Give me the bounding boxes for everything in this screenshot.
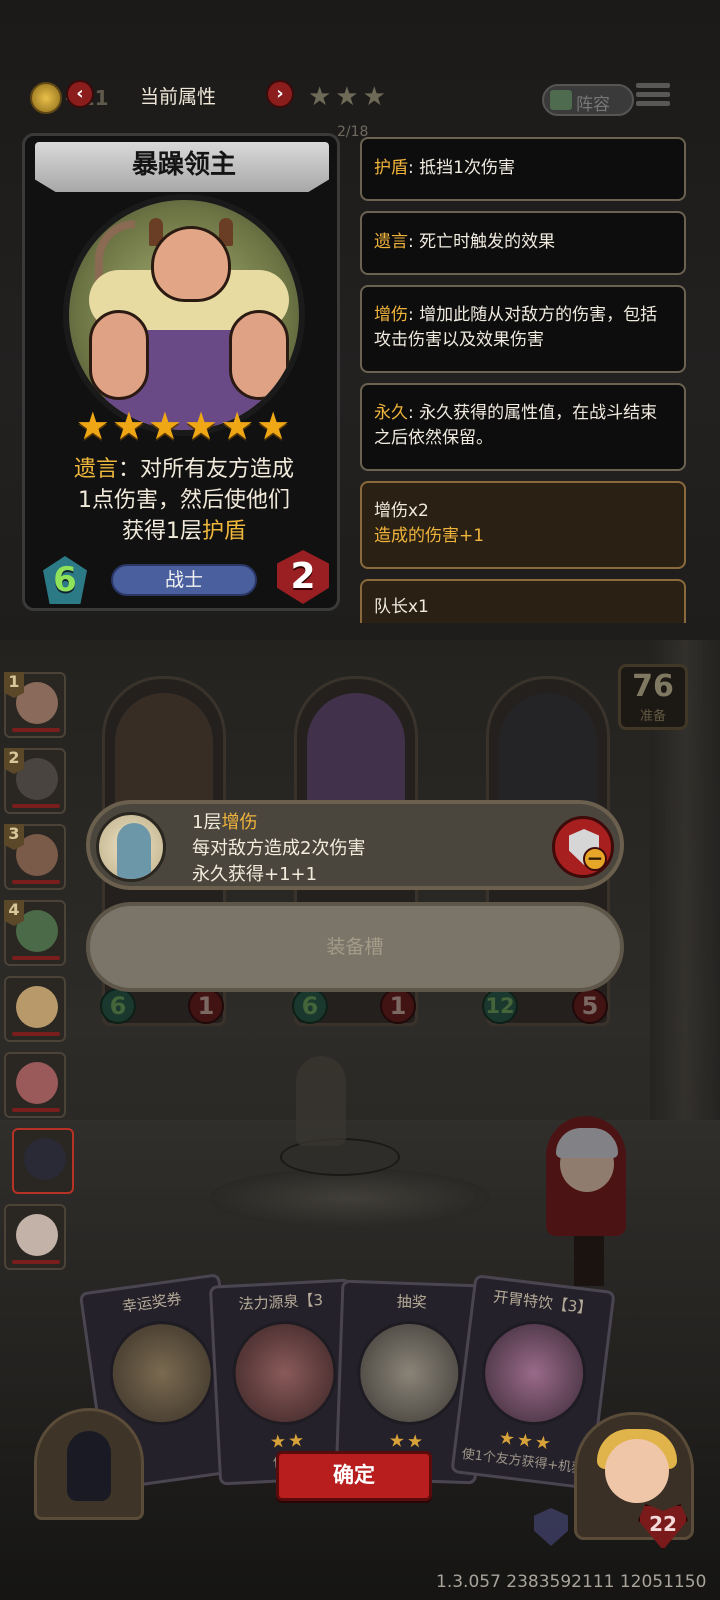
remove-buff-button[interactable]: − [552, 816, 614, 878]
keyword-shield: 护盾: 抵挡1次伤害 [360, 137, 686, 201]
bunny-silhouette-icon [67, 1431, 111, 1501]
card-ability-text: 遗言：对所有友方造成 1点伤害，然后使他们 获得1层护盾 [73, 457, 295, 544]
top-bar: +11 ‹ 当前属性 › ★★★ 阵容 [22, 74, 702, 122]
keyword-damage-boost: 增伤: 增加此随从对敌方的伤害，包括攻击伤害以及效果伤害 [360, 285, 686, 373]
class-badge: 战士 [111, 564, 257, 596]
lottery-box-icon [355, 1319, 464, 1427]
lineup-slot-8[interactable] [4, 1204, 66, 1270]
menu-icon[interactable] [636, 80, 670, 114]
hooded-figure-icon [96, 812, 166, 882]
hero-face [151, 226, 231, 302]
mana-fountain-icon [229, 1318, 340, 1428]
attack-stat: 6 [43, 556, 87, 604]
coin-icon [30, 82, 62, 114]
lineup-slot-1[interactable]: 1 [4, 672, 66, 738]
next-arrow-button[interactable]: › [266, 80, 294, 108]
hero-card: 暴躁领主 ★★★★★★ 遗言：对所有友方造成 1点伤害，然后使他们 获得1层护盾… [22, 133, 340, 611]
keyword-deathrattle: 遗言: 死亡时触发的效果 [360, 211, 686, 275]
player-frame-left[interactable] [34, 1408, 144, 1520]
lineup-slot-3[interactable]: 3 [4, 824, 66, 890]
lineup-button[interactable]: 阵容 [542, 84, 634, 116]
lineup-label: 阵容 [576, 95, 610, 115]
player-health: 22 [649, 1512, 677, 1536]
equipment-slot[interactable]: 装备槽 [86, 902, 624, 992]
confirm-button[interactable]: 确定 [276, 1451, 432, 1501]
lineup-slot-5[interactable] [4, 976, 66, 1042]
buff-damage-boost: 增伤x2 造成的伤害+1 [360, 481, 686, 569]
lineup-slot-4[interactable]: 4 [4, 900, 66, 966]
buff-description: 1层增伤 每对敌方造成2次伤害 永久获得+1+1 [192, 812, 366, 885]
hero-portrait [63, 194, 305, 436]
lineup-icon [550, 90, 572, 110]
prev-arrow-button[interactable]: ‹ [66, 80, 94, 108]
keyword-permanent: 永久: 永久获得的属性值，在战斗结束之后依然保留。 [360, 383, 686, 471]
lineup-slot-7[interactable] [12, 1128, 74, 1194]
lineup-slot-2[interactable]: 2 [4, 748, 66, 814]
attribute-title: 当前属性 [140, 86, 217, 108]
cocktail-icon [476, 1315, 593, 1432]
card-stars: ★★★★★★ [75, 404, 293, 448]
health-stat: 2 [277, 550, 329, 604]
card-name: 暴躁领主 [131, 150, 236, 180]
buff-entry: 1层增伤 每对敌方造成2次伤害 永久获得+1+1 − [86, 800, 624, 890]
minus-icon: − [583, 847, 607, 871]
tier-stars: ★★★ [308, 82, 390, 112]
version-text: 1.3.057 2383592111 12051150 [436, 1572, 707, 1592]
lineup-slot-6[interactable] [4, 1052, 66, 1118]
trophy-icon [103, 1314, 221, 1432]
buff-captain: 队长x1 [360, 579, 686, 623]
